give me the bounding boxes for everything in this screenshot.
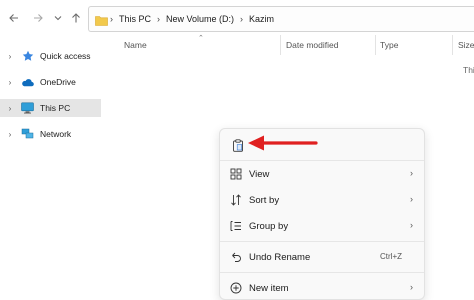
chevron-right-icon: ›	[157, 14, 161, 24]
new-item-icon	[229, 281, 243, 295]
menu-item-undo-rename[interactable]: Undo Rename Ctrl+Z	[220, 246, 424, 268]
cloud-icon	[21, 76, 34, 89]
address-bar[interactable]: › This PC › New Volume (D:) › Kazim	[88, 6, 474, 32]
paste-icon	[233, 138, 243, 152]
sidebar-item-quick-access[interactable]: › Quick access	[0, 47, 101, 65]
column-header-date-modified[interactable]: Date modified	[286, 40, 338, 50]
group-by-icon	[229, 219, 243, 233]
sort-icon	[229, 193, 243, 207]
column-divider[interactable]	[375, 35, 376, 55]
chevron-right-icon[interactable]: ›	[5, 104, 15, 113]
chevron-right-icon: ›	[410, 168, 413, 178]
menu-item-label: View	[249, 168, 270, 180]
menu-divider	[220, 241, 424, 242]
arrow-up-icon	[72, 13, 80, 23]
sidebar-item-network[interactable]: › Network	[0, 125, 101, 143]
context-menu: View › Sort by › Group by › Undo Rename …	[219, 128, 425, 300]
sidebar-item-label: Network	[40, 129, 72, 139]
up-button[interactable]	[68, 10, 84, 26]
chevron-right-icon[interactable]: ›	[5, 78, 15, 87]
sort-indicator-icon: ⌃	[198, 35, 204, 42]
sidebar-item-label: This PC	[40, 103, 71, 113]
empty-folder-message: This	[463, 65, 474, 75]
undo-icon	[229, 250, 243, 264]
menu-item-label: Undo Rename	[249, 251, 311, 263]
menu-item-view[interactable]: View ›	[220, 163, 424, 185]
column-header-name[interactable]: Name	[124, 40, 147, 50]
recent-locations-button[interactable]	[50, 10, 66, 26]
chevron-right-icon: ›	[410, 194, 413, 204]
monitor-icon	[21, 102, 34, 115]
sidebar-item-label: OneDrive	[40, 77, 76, 87]
chevron-down-icon	[54, 16, 62, 21]
chevron-right-icon: ›	[110, 14, 113, 24]
network-icon	[21, 128, 34, 141]
folder-icon	[95, 13, 108, 31]
chevron-right-icon[interactable]: ›	[5, 52, 15, 61]
star-icon	[21, 50, 34, 63]
menu-item-label: Sort by	[249, 194, 280, 206]
menu-item-sort-by[interactable]: Sort by ›	[220, 189, 424, 211]
forward-button[interactable]	[30, 10, 46, 26]
menu-item-shortcut: Ctrl+Z	[380, 252, 402, 261]
chevron-right-icon: ›	[410, 282, 413, 292]
menu-item-label: Group by	[249, 220, 289, 232]
breadcrumb-new-volume[interactable]: New Volume (D:)	[166, 14, 234, 24]
menu-divider	[220, 160, 424, 161]
chevron-right-icon[interactable]: ›	[5, 130, 15, 139]
arrow-left-icon	[9, 14, 18, 22]
back-button[interactable]	[6, 10, 22, 26]
sidebar-item-this-pc[interactable]: › This PC	[0, 99, 101, 117]
menu-item-group-by[interactable]: Group by ›	[220, 215, 424, 237]
menu-item-label: New item	[249, 282, 289, 294]
breadcrumb-kazim[interactable]: Kazim	[249, 14, 274, 24]
breadcrumb: This PC › New Volume (D:) › Kazim	[119, 7, 274, 31]
chevron-right-icon: ›	[240, 14, 244, 24]
column-divider[interactable]	[452, 35, 453, 55]
breadcrumb-this-pc[interactable]: This PC	[119, 14, 151, 24]
annotation-arrow-icon	[248, 135, 318, 151]
menu-item-new-item[interactable]: New item ›	[220, 277, 424, 299]
view-grid-icon	[229, 167, 243, 181]
column-header-size[interactable]: Size	[458, 40, 474, 50]
chevron-right-icon: ›	[410, 220, 413, 230]
menu-divider	[220, 272, 424, 273]
column-divider[interactable]	[280, 35, 281, 55]
sidebar-item-onedrive[interactable]: › OneDrive	[0, 73, 101, 91]
arrow-right-icon	[34, 14, 43, 22]
sidebar-item-label: Quick access	[40, 51, 91, 61]
column-header-type[interactable]: Type	[380, 40, 398, 50]
